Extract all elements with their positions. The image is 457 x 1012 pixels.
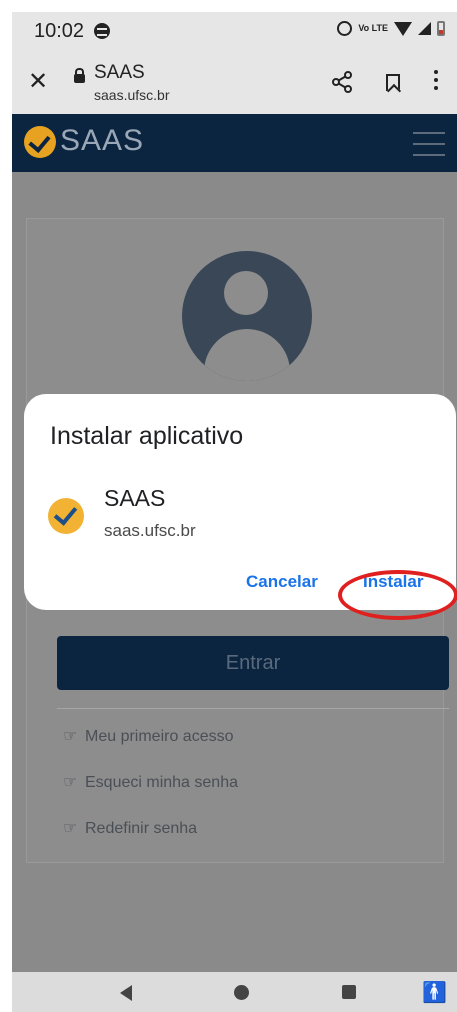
- alarm-icon: [337, 21, 353, 36]
- url-host[interactable]: saas.ufsc.br: [94, 87, 169, 103]
- close-icon[interactable]: ✕: [28, 70, 48, 94]
- volte-icon: Vo LTE: [358, 23, 388, 33]
- app-host: saas.ufsc.br: [104, 521, 196, 540]
- home-icon[interactable]: [234, 985, 249, 1000]
- pointing-hand-icon: ☞: [63, 774, 78, 791]
- user-avatar-icon: [182, 251, 312, 381]
- logo-check-icon: [24, 126, 56, 158]
- share-icon[interactable]: [330, 70, 354, 94]
- app-logo-text: SAAS: [60, 124, 145, 157]
- pointing-hand-icon: ☞: [63, 820, 78, 837]
- app-check-icon: [48, 498, 84, 534]
- forgot-password-link[interactable]: ☞ Esqueci minha senha: [63, 772, 238, 792]
- accessibility-icon[interactable]: 🚹: [422, 980, 447, 1005]
- signal-icon: [418, 22, 431, 35]
- spotify-icon: [94, 23, 110, 39]
- battery-icon: [437, 21, 445, 36]
- phone-screen: 10:02 Vo LTE ✕ SAAS saas.ufsc.br SAAS En…: [12, 12, 457, 1012]
- dialog-title: Instalar aplicativo: [50, 422, 244, 450]
- back-icon[interactable]: [120, 985, 132, 1001]
- bookmark-icon[interactable]: [386, 74, 400, 91]
- hamburger-menu-icon[interactable]: [413, 132, 445, 165]
- status-time: 10:02: [34, 20, 85, 42]
- status-icons: Vo LTE: [337, 21, 445, 36]
- cancel-button[interactable]: Cancelar: [246, 572, 318, 592]
- more-options-icon[interactable]: [434, 70, 438, 92]
- lock-icon[interactable]: [74, 68, 85, 83]
- divider: [57, 708, 449, 709]
- login-button[interactable]: Entrar: [57, 636, 449, 690]
- wifi-icon: [394, 21, 412, 36]
- first-access-label: Meu primeiro acesso: [85, 728, 234, 745]
- highlight-annotation: [338, 570, 457, 620]
- pointing-hand-icon: ☞: [63, 728, 78, 745]
- recents-icon[interactable]: [342, 985, 356, 999]
- forgot-password-label: Esqueci minha senha: [85, 774, 238, 791]
- reset-password-link[interactable]: ☞ Redefinir senha: [63, 818, 197, 838]
- reset-password-label: Redefinir senha: [85, 820, 198, 837]
- app-header: SAAS: [12, 114, 457, 172]
- system-nav-bar: 🚹: [12, 972, 457, 1012]
- app-name: SAAS: [104, 485, 166, 511]
- first-access-link[interactable]: ☞ Meu primeiro acesso: [63, 726, 234, 746]
- page-title[interactable]: SAAS: [94, 62, 145, 84]
- browser-toolbar: ✕ SAAS saas.ufsc.br: [12, 52, 457, 114]
- status-bar: 10:02 Vo LTE: [12, 12, 457, 52]
